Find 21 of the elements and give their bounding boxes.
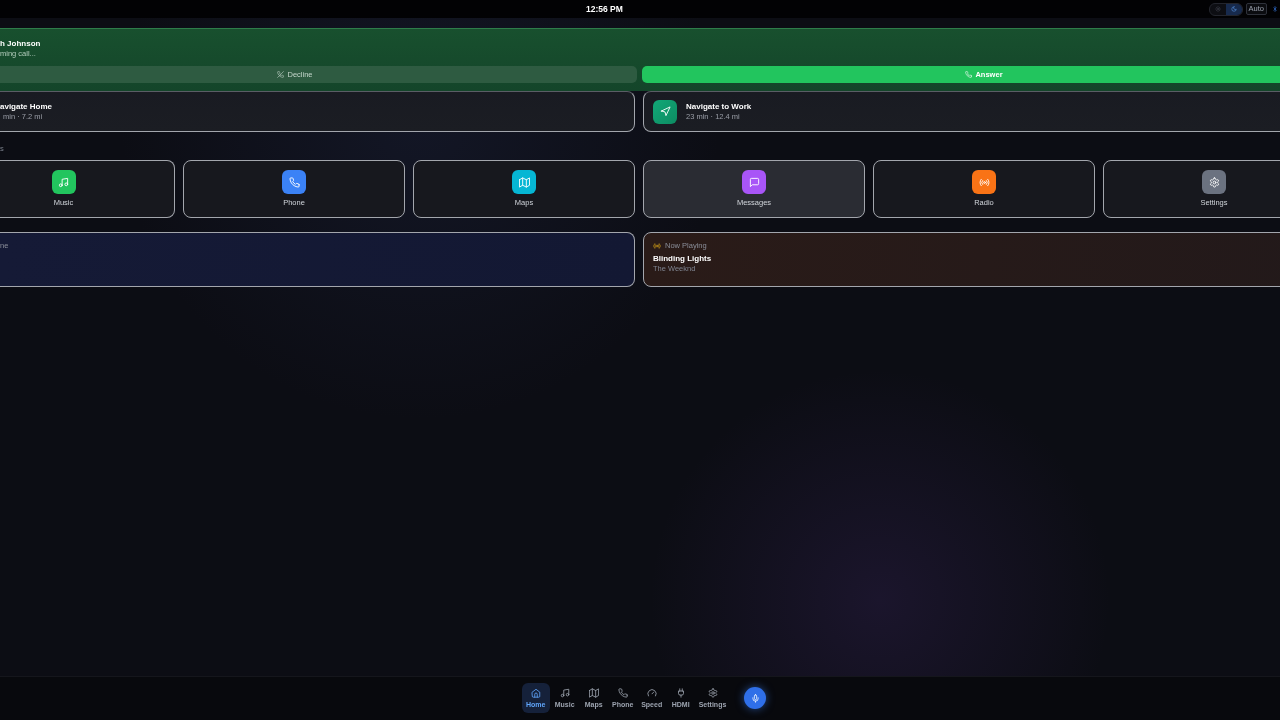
- caller-name: h Johnson: [0, 39, 41, 49]
- plug-icon: [675, 687, 686, 698]
- sun-icon: [1214, 6, 1221, 12]
- route-title: Navigate to Work: [686, 101, 752, 112]
- home-icon: [530, 687, 541, 698]
- phone-icon: [965, 71, 973, 78]
- map-icon: [588, 687, 599, 698]
- dark-mode-button[interactable]: [1225, 3, 1242, 15]
- moon-icon: [1230, 6, 1237, 12]
- phone-icon: [617, 687, 628, 698]
- radio-waves-icon: [653, 242, 661, 250]
- voice-button[interactable]: [744, 687, 767, 709]
- gauge-icon: [646, 687, 657, 698]
- bluetooth-icon: [1272, 5, 1278, 13]
- song-title: Blinding Lights: [653, 254, 712, 264]
- music-note-icon: [559, 687, 570, 698]
- phone-off-icon: [277, 71, 285, 78]
- clock-time: 12:56 PM: [586, 4, 623, 14]
- route-title: avigate Home: [0, 101, 53, 112]
- settings-icon: [707, 687, 718, 698]
- microphone-icon: [750, 693, 760, 703]
